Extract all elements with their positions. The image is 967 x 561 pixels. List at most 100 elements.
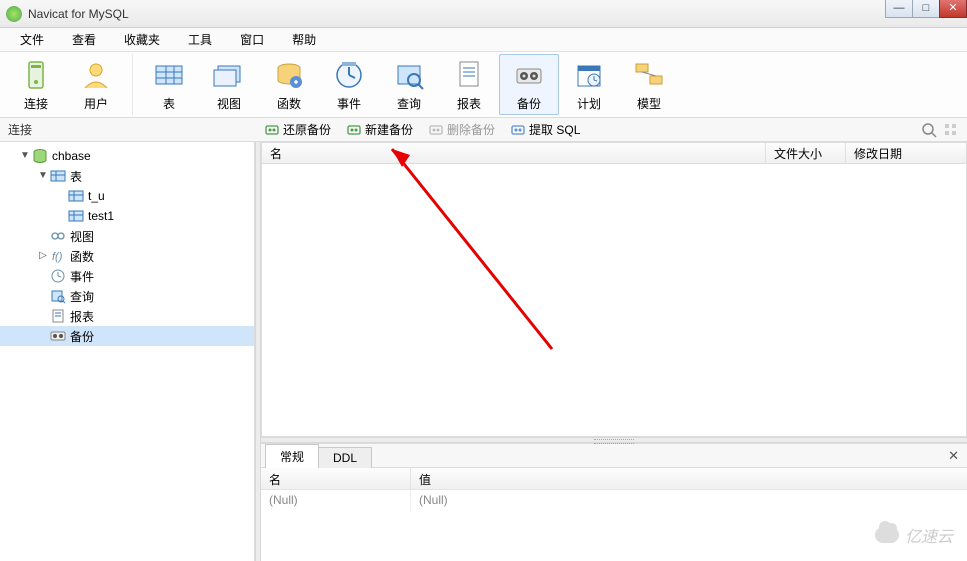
toolbar-label: 查询 [397, 95, 421, 112]
table-icon [151, 57, 187, 93]
bottom-cell-name: (Null) [261, 490, 411, 512]
toolbar-label: 报表 [457, 95, 481, 112]
bottom-col-name: 名 [261, 468, 411, 489]
main: ▼chbase▼表t_utest1视图▷f()函数事件查询报表备份 名 文件大小… [0, 142, 967, 561]
close-button[interactable]: ✕ [939, 0, 967, 18]
menu-favorites[interactable]: 收藏夹 [110, 28, 174, 51]
grid-view-icon[interactable] [943, 122, 959, 138]
toolbar-group-conn: 连接 用户 [0, 54, 133, 115]
bottom-grid: 名 值 (Null) (Null) [261, 468, 967, 561]
subbar-tools [921, 122, 959, 138]
horizontal-splitter[interactable] [261, 437, 967, 443]
window-controls: — □ ✕ [886, 0, 967, 18]
toolbar-query-button[interactable]: 查询 [379, 54, 439, 115]
toolbar-label: 模型 [637, 95, 661, 112]
subbar-delete-backup-action: 删除备份 [425, 120, 499, 139]
subbar-action-label: 删除备份 [447, 121, 495, 138]
subbar-new-backup-action[interactable]: 新建备份 [343, 120, 417, 139]
app-icon [6, 6, 22, 22]
bottom-cell-value: (Null) [411, 490, 967, 512]
query-leaf-icon [50, 288, 66, 304]
toolbar-label: 表 [163, 95, 175, 112]
toolbar-schedule-button[interactable]: 计划 [559, 54, 619, 115]
tree-item-query-leaf[interactable]: 查询 [0, 286, 254, 306]
event-leaf-icon [50, 268, 66, 284]
backup-icon [511, 57, 547, 93]
subbar-action-label: 新建备份 [365, 121, 413, 138]
bottom-col-value: 值 [411, 468, 967, 489]
tree-item-table-leaf[interactable]: t_u [0, 186, 254, 206]
toolbar: 连接 用户 表 视图 函数事件查询 报表 备份计划 模型 [0, 52, 967, 118]
report-icon [451, 57, 487, 93]
tree-item-backup-leaf[interactable]: 备份 [0, 326, 254, 346]
toolbar-model-button[interactable]: 模型 [619, 54, 679, 115]
tree-toggle-icon [56, 191, 66, 201]
search-icon[interactable] [921, 122, 937, 138]
tree-toggle-icon [38, 331, 48, 341]
toolbar-user-button[interactable]: 用户 [66, 54, 126, 115]
menu-tools[interactable]: 工具 [174, 28, 226, 51]
tree-toggle-icon[interactable]: ▼ [20, 151, 30, 161]
tree-item-tables[interactable]: ▼表 [0, 166, 254, 186]
menu-window[interactable]: 窗口 [226, 28, 278, 51]
restore-icon [265, 123, 279, 137]
tree-item-label: 备份 [70, 328, 94, 345]
tree-item-label: 表 [70, 168, 82, 185]
tree-item-database[interactable]: ▼chbase [0, 146, 254, 166]
tab-ddl[interactable]: DDL [318, 447, 372, 468]
new-backup-icon [347, 123, 361, 137]
tree-toggle-icon [38, 271, 48, 281]
tab-general[interactable]: 常规 [265, 444, 319, 468]
tree-item-func-leaf[interactable]: ▷f()函数 [0, 246, 254, 266]
subbar-action-label: 提取 SQL [529, 121, 580, 138]
menu-view[interactable]: 查看 [58, 28, 110, 51]
list-col-name[interactable]: 名 [262, 143, 766, 163]
tree-item-label: 报表 [70, 308, 94, 325]
maximize-button[interactable]: □ [912, 0, 940, 18]
content: 名 文件大小 修改日期 常规 DDL ✕ 名 值 (Nul [261, 142, 967, 561]
model-icon [631, 57, 667, 93]
list-col-date[interactable]: 修改日期 [846, 143, 966, 163]
event-icon [331, 57, 367, 93]
tab-close-icon[interactable]: ✕ [948, 448, 959, 464]
list-col-size[interactable]: 文件大小 [766, 143, 846, 163]
toolbar-event-button[interactable]: 事件 [319, 54, 379, 115]
toolbar-label: 视图 [217, 95, 241, 112]
table-leaf-icon [68, 188, 84, 204]
toolbar-backup-button[interactable]: 备份 [499, 54, 559, 115]
tree-item-label: 视图 [70, 228, 94, 245]
user-icon [78, 57, 114, 93]
schedule-icon [571, 57, 607, 93]
tree-item-report-leaf[interactable]: 报表 [0, 306, 254, 326]
subbar-extract-sql-action[interactable]: 提取 SQL [507, 120, 584, 139]
view-icon [211, 57, 247, 93]
tree-item-view-leaf[interactable]: 视图 [0, 226, 254, 246]
tree-toggle-icon [38, 231, 48, 241]
report-leaf-icon [50, 308, 66, 324]
menu-help[interactable]: 帮助 [278, 28, 330, 51]
toolbar-table-button[interactable]: 表 [139, 54, 199, 115]
tree-item-event-leaf[interactable]: 事件 [0, 266, 254, 286]
toolbar-function-button[interactable]: 函数 [259, 54, 319, 115]
minimize-button[interactable]: — [885, 0, 913, 18]
subbar-action-label: 还原备份 [283, 121, 331, 138]
tree-item-label: 查询 [70, 288, 94, 305]
toolbar-label: 计划 [577, 95, 601, 112]
toolbar-connection-button[interactable]: 连接 [6, 54, 66, 115]
tree-toggle-icon[interactable]: ▼ [38, 171, 48, 181]
menu-file[interactable]: 文件 [6, 28, 58, 51]
menubar: 文件 查看 收藏夹 工具 窗口 帮助 [0, 28, 967, 52]
subbar-restore-action[interactable]: 还原备份 [261, 120, 335, 139]
subbar-actions: 还原备份 新建备份 删除备份 提取 SQL [255, 120, 967, 139]
svg-text:f(): f() [52, 251, 63, 263]
tree-item-label: t_u [88, 189, 105, 203]
tree-toggle-icon [56, 211, 66, 221]
backup-leaf-icon [50, 328, 66, 344]
delete-backup-icon [429, 123, 443, 137]
toolbar-view-button[interactable]: 视图 [199, 54, 259, 115]
tree-toggle-icon[interactable]: ▷ [38, 251, 48, 261]
toolbar-report-button[interactable]: 报表 [439, 54, 499, 115]
toolbar-label: 连接 [24, 95, 48, 112]
tree-item-table-leaf[interactable]: test1 [0, 206, 254, 226]
table-leaf-icon [68, 208, 84, 224]
